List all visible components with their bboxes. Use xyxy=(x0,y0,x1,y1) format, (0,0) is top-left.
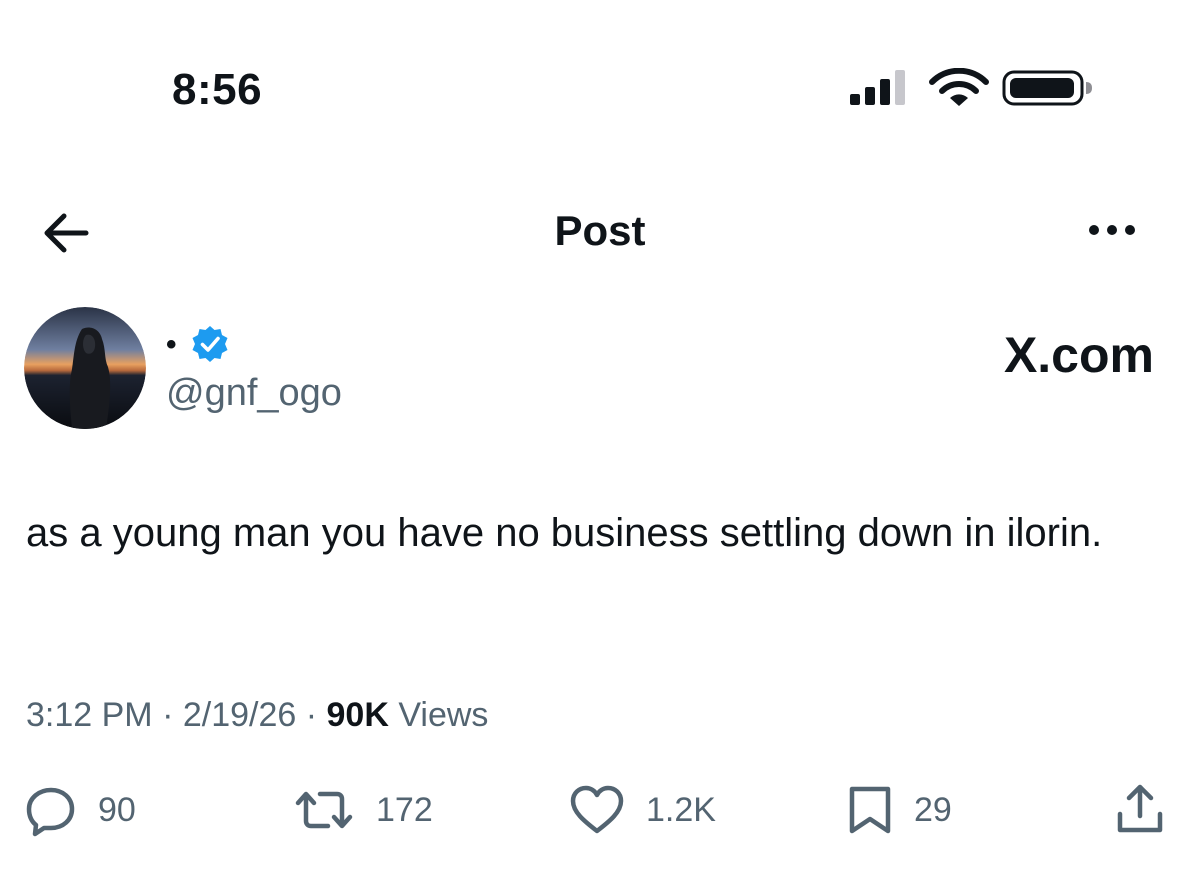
avatar[interactable] xyxy=(24,307,146,429)
page-title: Post xyxy=(554,207,646,254)
post-meta: 3:12 PM · 2/19/26 · 90K Views xyxy=(26,694,488,736)
heart-icon xyxy=(570,785,624,834)
post-date: 2/19/26 xyxy=(182,696,297,734)
display-name[interactable]: • xyxy=(166,330,177,360)
bookmark-count: 29 xyxy=(914,790,952,829)
post-text: as a young man you have no business sett… xyxy=(26,511,1103,555)
like-button[interactable]: 1.2K xyxy=(568,782,716,838)
repost-icon xyxy=(295,791,353,829)
views-label: Views xyxy=(388,696,489,734)
more-icon[interactable] xyxy=(1080,208,1144,252)
bookmark-button[interactable]: 29 xyxy=(846,782,952,838)
separator: · xyxy=(152,696,183,734)
reply-count: 90 xyxy=(98,790,136,829)
views-count[interactable]: 90K xyxy=(327,696,389,734)
signal-icon xyxy=(850,70,905,105)
share-icon xyxy=(1117,784,1163,833)
wifi-icon xyxy=(929,68,989,106)
status-time: 8:56 xyxy=(172,65,263,114)
battery-icon xyxy=(1002,70,1092,106)
post-time: 3:12 PM xyxy=(26,696,153,734)
verified-badge-icon xyxy=(192,326,228,362)
watermark-logo: X.com xyxy=(1003,327,1154,383)
bookmark-icon xyxy=(849,786,891,834)
author-handle[interactable]: @gnf_ogo xyxy=(166,370,342,416)
repost-button[interactable]: 172 xyxy=(292,782,433,838)
reply-icon xyxy=(26,787,75,837)
separator: · xyxy=(296,696,327,734)
reply-button[interactable]: 90 xyxy=(24,782,136,838)
share-button[interactable] xyxy=(1112,782,1168,838)
like-count: 1.2K xyxy=(646,790,716,829)
repost-count: 172 xyxy=(376,790,433,829)
